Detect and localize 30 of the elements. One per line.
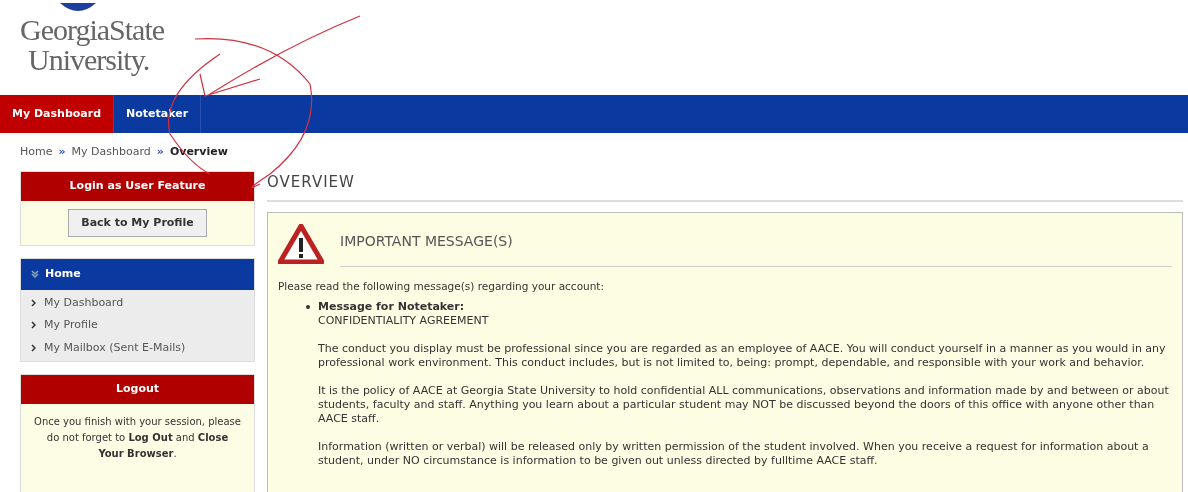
- panel-title: Logout: [21, 375, 254, 404]
- breadcrumb-link[interactable]: Home: [20, 143, 53, 161]
- nav-tab[interactable]: Notetaker: [114, 95, 202, 133]
- back-to-profile-button[interactable]: Back to My Profile: [68, 208, 207, 237]
- message-paragraph: Information (written or verbal) will be released only by written permission of the student involved. When you receive a request for information about a student, under NO circumstance is information to be given out unless directed by fulltime AACE staff.: [318, 440, 1150, 469]
- logo-text: University.: [28, 45, 150, 75]
- message-paragraph: The conduct you display must be professional since you are regarded as an employee of AACE. You will conduct yourself in a manner as you would in any professional work environment. This conduct includes, but is not limited to, being: prompt, dependable, and responsible with your work and behavior.: [318, 342, 1167, 371]
- bullet-icon: [306, 305, 310, 310]
- chevron-right-icon: [31, 343, 36, 352]
- breadcrumb-separator: »: [58, 143, 66, 160]
- message-paragraph: It is the policy of AACE at Georgia State University to hold confidential ALL communications, observations and information made by and between or about students, faculty and staff. Anything you learn about a particular student may NOT be discussed beyond the doors of this office with anyone other than AACE staff.: [318, 384, 1170, 427]
- sidebar-link[interactable]: My Profile: [44, 317, 98, 334]
- double-chevron-down-icon: [31, 270, 39, 279]
- nav-tab[interactable]: My Dashboard: [0, 95, 115, 133]
- sidebar-link[interactable]: My Mailbox (Sent E-Mails): [44, 339, 186, 356]
- message-heading: Message for Notetaker:: [318, 300, 466, 315]
- message-title: IMPORTANT MESSAGE(S): [340, 220, 1172, 267]
- logo-text: GeorgiaState: [20, 15, 165, 45]
- warning-icon: [278, 223, 324, 264]
- breadcrumb-separator: »: [156, 143, 164, 160]
- page-heading: OVERVIEW: [267, 171, 1183, 202]
- intro-text: Please read the following message(s) regarding your account:: [278, 278, 606, 294]
- panel-title: Login as User Feature: [21, 172, 254, 201]
- message-subtitle: CONFIDENTIALITY AGREEMENT: [318, 314, 490, 329]
- logout-note: Once you finish with your session, please do not forget to Log Out and Close Your Browser.: [33, 414, 242, 461]
- chevron-right-icon: [31, 298, 36, 307]
- panel-title-text: Home: [45, 266, 81, 282]
- breadcrumb-link[interactable]: My Dashboard: [71, 143, 151, 161]
- chevron-right-icon: [31, 321, 36, 330]
- sidebar-link[interactable]: My Dashboard: [44, 294, 124, 311]
